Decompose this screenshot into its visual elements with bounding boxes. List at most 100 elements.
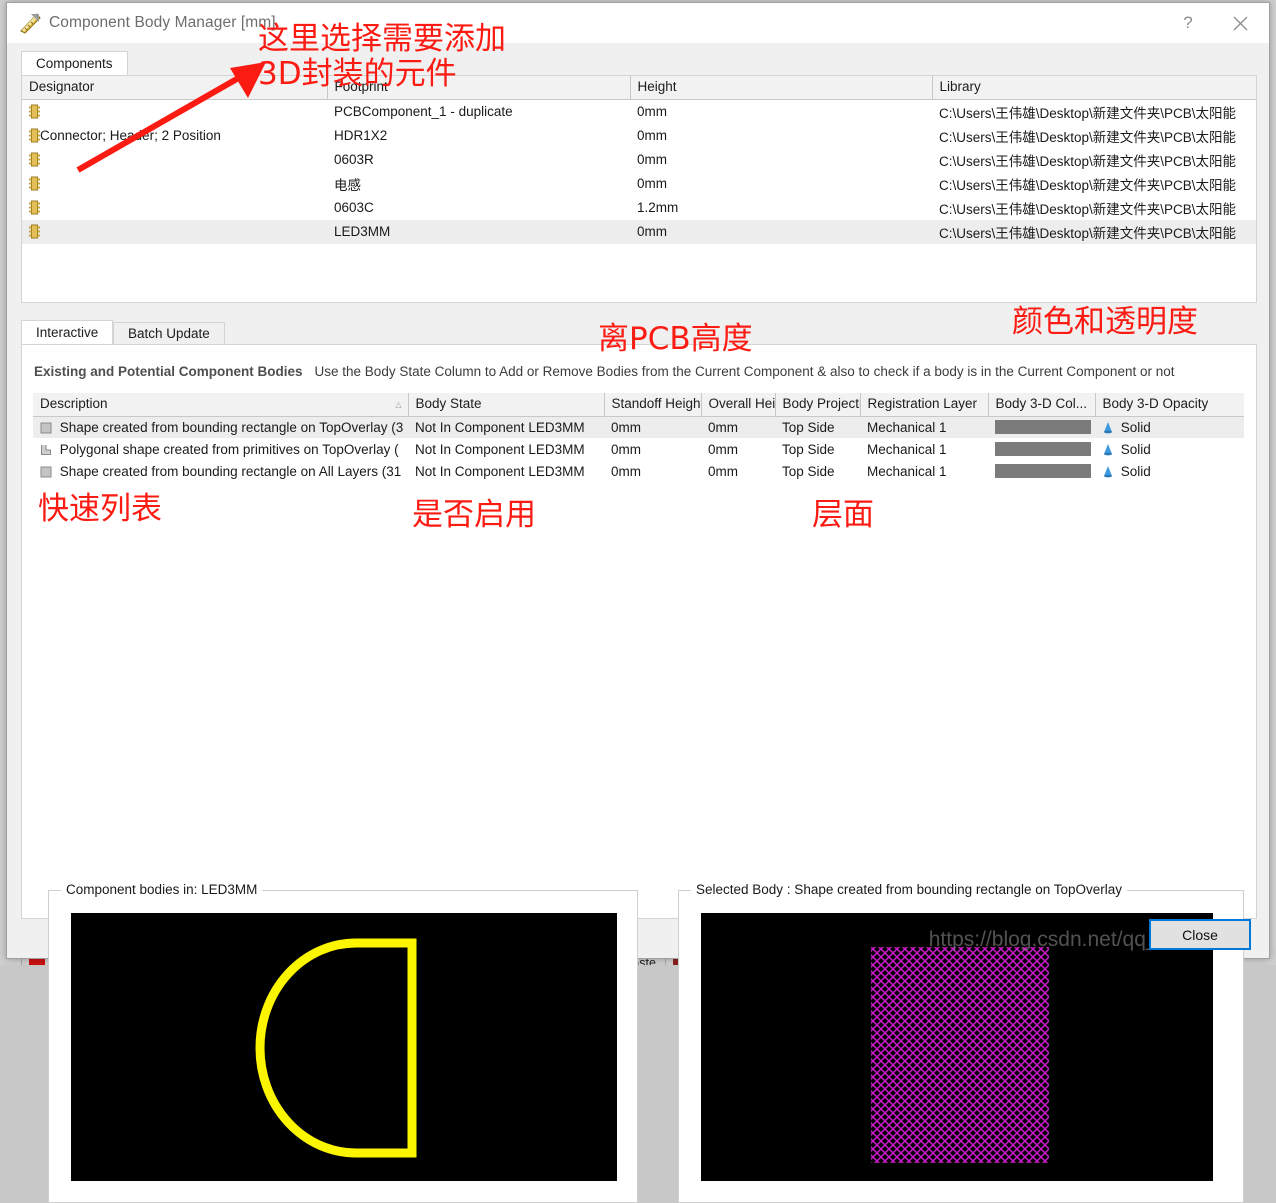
cell-body-3d-opacity[interactable]: Solid xyxy=(1095,460,1244,482)
color-swatch[interactable] xyxy=(995,464,1091,478)
cone-icon xyxy=(1102,465,1114,478)
component-bodies-preview-canvas[interactable] xyxy=(71,913,617,1181)
table-row-selected[interactable]: Shape created from bounding rectangle on… xyxy=(33,416,1244,438)
col-designator[interactable]: Designator xyxy=(22,76,327,99)
cell-footprint: LED3MM xyxy=(327,220,630,244)
cell-standoff-height[interactable]: 0mm xyxy=(604,438,701,460)
cell-footprint: HDR1X2 xyxy=(327,124,630,148)
table-row[interactable]: 电感 0mm C:\Users\王伟雄\Desktop\新建文件夹\PCB\太阳… xyxy=(22,172,1256,196)
color-swatch[interactable] xyxy=(995,420,1091,434)
opacity-text: Solid xyxy=(1121,420,1151,435)
col-body-state[interactable]: Body State xyxy=(408,393,604,416)
cell-body-3d-color[interactable] xyxy=(988,416,1095,438)
cell-designator xyxy=(22,172,327,196)
bodies-table[interactable]: Description △ Body State Standoff Height… xyxy=(33,393,1244,482)
cell-overall-height[interactable]: 0mm xyxy=(701,438,775,460)
component-chip-icon xyxy=(29,152,40,167)
cell-overall-height[interactable]: 0mm xyxy=(701,416,775,438)
cell-standoff-height[interactable]: 0mm xyxy=(604,416,701,438)
cell-body-state[interactable]: Not In Component LED3MM xyxy=(408,460,604,482)
d-shape-outline xyxy=(71,913,617,1181)
description-text: Shape created from bounding rectangle on… xyxy=(60,464,401,479)
cell-body-state[interactable]: Not In Component LED3MM xyxy=(408,416,604,438)
close-button[interactable]: Close xyxy=(1149,919,1251,950)
cell-registration-layer[interactable]: Mechanical 1 xyxy=(860,438,988,460)
components-tabstrip[interactable]: Components xyxy=(21,51,1257,75)
help-icon[interactable]: ? xyxy=(1165,3,1211,43)
cell-body-state[interactable]: Not In Component LED3MM xyxy=(408,438,604,460)
col-body-3d-color[interactable]: Body 3-D Col... xyxy=(988,393,1095,416)
cell-overall-height[interactable]: 0mm xyxy=(701,460,775,482)
col-library[interactable]: Library xyxy=(932,76,1256,99)
cell-designator xyxy=(22,99,327,124)
polygon-shape-icon xyxy=(40,444,52,456)
rectangle-shape-icon xyxy=(40,466,52,478)
col-body-3d-opacity[interactable]: Body 3-D Opacity xyxy=(1095,393,1244,416)
table-row[interactable]: 0603R 0mm C:\Users\王伟雄\Desktop\新建文件夹\PCB… xyxy=(22,148,1256,172)
ruler-triangle-icon xyxy=(19,12,41,34)
cell-library: C:\Users\王伟雄\Desktop\新建文件夹\PCB\太阳能 xyxy=(932,148,1256,172)
opacity-text: Solid xyxy=(1121,464,1151,479)
rectangle-shape-icon xyxy=(40,422,52,434)
col-footprint[interactable]: Footprint xyxy=(327,76,630,99)
cell-body-projection[interactable]: Top Side xyxy=(775,460,860,482)
cell-body-3d-color[interactable] xyxy=(988,438,1095,460)
hatched-rectangle xyxy=(701,913,1213,1181)
cell-library: C:\Users\王伟雄\Desktop\新建文件夹\PCB\太阳能 xyxy=(932,124,1256,148)
cell-height: 0mm xyxy=(630,99,932,124)
tab-components[interactable]: Components xyxy=(21,51,128,75)
component-chip-icon xyxy=(29,176,40,191)
dialog-titlebar[interactable]: Component Body Manager [mm] ? xyxy=(7,3,1269,43)
table-header-row: Description △ Body State Standoff Height… xyxy=(33,393,1244,416)
close-icon[interactable] xyxy=(1217,3,1263,43)
table-row[interactable]: Shape created from bounding rectangle on… xyxy=(33,460,1244,482)
components-table[interactable]: Designator Footprint Height Library PCBC… xyxy=(22,76,1256,244)
component-chip-icon xyxy=(29,128,40,143)
cell-height: 0mm xyxy=(630,124,932,148)
cell-height: 0mm xyxy=(630,172,932,196)
layer-color-swatch xyxy=(29,959,45,965)
cell-body-projection[interactable]: Top Side xyxy=(775,416,860,438)
opacity-text: Solid xyxy=(1121,442,1151,457)
cell-standoff-height[interactable]: 0mm xyxy=(604,460,701,482)
table-row[interactable]: Connector; Header; 2 Position HDR1X2 0mm… xyxy=(22,124,1256,148)
bodies-grid-wrapper: Description △ Body State Standoff Height… xyxy=(33,393,1244,482)
cell-body-3d-opacity[interactable]: Solid xyxy=(1095,416,1244,438)
cell-registration-layer[interactable]: Mechanical 1 xyxy=(860,460,988,482)
col-overall-height[interactable]: Overall Heig... xyxy=(701,393,775,416)
col-height[interactable]: Height xyxy=(630,76,932,99)
description-text: Polygonal shape created from primitives … xyxy=(60,442,399,457)
table-header-row: Designator Footprint Height Library xyxy=(22,76,1256,99)
interactive-panel: Existing and Potential Component Bodies … xyxy=(21,344,1257,919)
component-chip-icon xyxy=(29,224,40,239)
sort-ascending-icon: △ xyxy=(395,400,401,409)
cell-body-3d-color[interactable] xyxy=(988,460,1095,482)
cell-footprint: 电感 xyxy=(327,172,630,196)
cell-footprint: PCBComponent_1 - duplicate xyxy=(327,99,630,124)
col-standoff-height[interactable]: Standoff Height xyxy=(604,393,701,416)
tab-interactive[interactable]: Interactive xyxy=(21,320,113,344)
bodies-section-header: Existing and Potential Component Bodies … xyxy=(34,364,1174,379)
lower-tabstrip[interactable]: Interactive Batch Update xyxy=(21,319,1257,344)
cell-description: Shape created from bounding rectangle on… xyxy=(33,416,408,438)
selected-body-preview-canvas[interactable] xyxy=(701,913,1213,1181)
cell-body-3d-opacity[interactable]: Solid xyxy=(1095,438,1244,460)
component-bodies-preview-legend: Component bodies in: LED3MM xyxy=(61,882,262,897)
cell-library: C:\Users\王伟雄\Desktop\新建文件夹\PCB\太阳能 xyxy=(932,172,1256,196)
color-swatch[interactable] xyxy=(995,442,1091,456)
col-body-projection[interactable]: Body Projecti... xyxy=(775,393,860,416)
cell-registration-layer[interactable]: Mechanical 1 xyxy=(860,416,988,438)
cell-description: Polygonal shape created from primitives … xyxy=(33,438,408,460)
tab-batch-update[interactable]: Batch Update xyxy=(113,322,225,344)
component-bodies-preview-group: Component bodies in: LED3MM xyxy=(48,890,638,1203)
table-row[interactable]: PCBComponent_1 - duplicate 0mm C:\Users\… xyxy=(22,99,1256,124)
col-description[interactable]: Description △ xyxy=(33,393,408,416)
col-registration-layer[interactable]: Registration Layer xyxy=(860,393,988,416)
cell-height: 0mm xyxy=(630,220,932,244)
cell-body-projection[interactable]: Top Side xyxy=(775,438,860,460)
table-row-selected[interactable]: LED3MM 0mm C:\Users\王伟雄\Desktop\新建文件夹\PC… xyxy=(22,220,1256,244)
table-row[interactable]: Polygonal shape created from primitives … xyxy=(33,438,1244,460)
cell-designator xyxy=(22,196,327,220)
components-panel: Designator Footprint Height Library PCBC… xyxy=(21,75,1257,303)
table-row[interactable]: 0603C 1.2mm C:\Users\王伟雄\Desktop\新建文件夹\P… xyxy=(22,196,1256,220)
